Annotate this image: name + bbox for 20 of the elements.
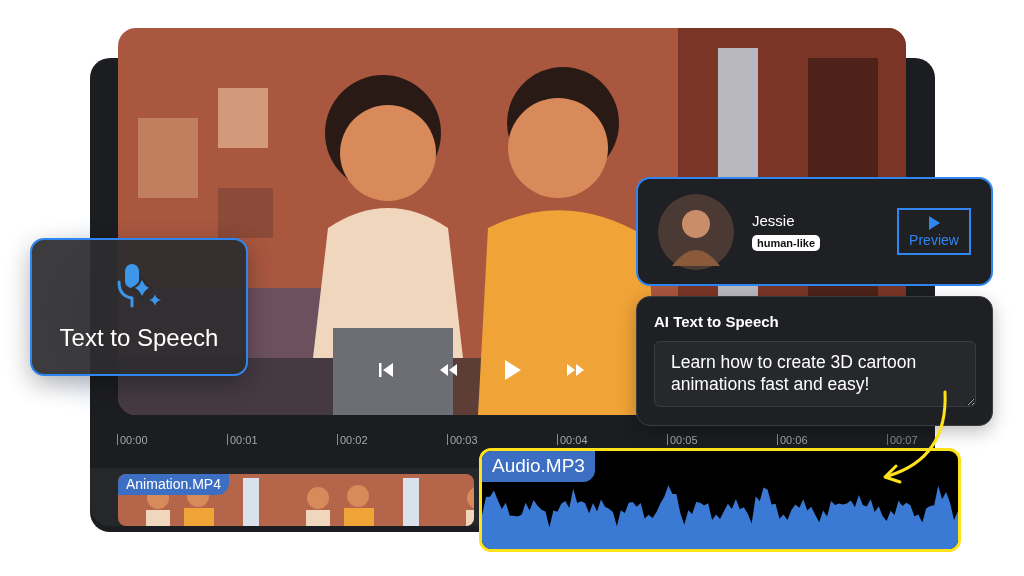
text-input-field[interactable]: Learn how to create 3D cartoon animations fast and easy!: [654, 341, 976, 407]
timeline-tick: 00:02: [340, 433, 368, 446]
timeline-tick: 00:07: [890, 433, 918, 446]
timeline-tick: 00:06: [780, 433, 808, 446]
play-icon: [928, 215, 940, 230]
timeline-tick: 00:01: [230, 433, 258, 446]
voice-name: Jessie: [752, 212, 795, 229]
preview-button[interactable]: Preview: [897, 208, 971, 255]
timeline-tick: 00:04: [560, 433, 588, 446]
timeline-tick: 00:03: [450, 433, 478, 446]
feature-label: Text to Speech: [59, 324, 219, 352]
microphone-sparkle-icon: [115, 262, 163, 310]
voice-tag: human-like: [752, 235, 821, 251]
track-label: Animation.MP4: [118, 474, 229, 495]
audio-track[interactable]: Audio.MP3: [479, 448, 961, 552]
timeline-tick: 00:00: [120, 433, 148, 446]
panel-title: AI Text to Speech: [654, 313, 780, 330]
skip-back-icon[interactable]: [376, 360, 396, 380]
track-label: Audio.MP3: [482, 451, 595, 482]
timeline-tick: 00:05: [670, 433, 698, 446]
